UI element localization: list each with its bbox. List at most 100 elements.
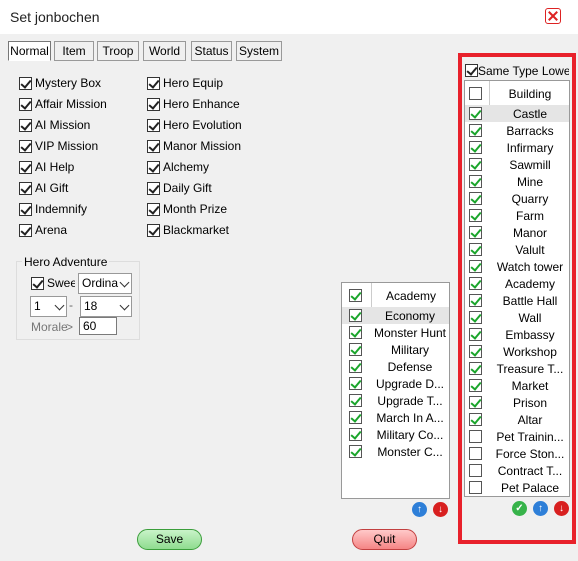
- list-item-checkbox[interactable]: [469, 379, 482, 392]
- list-item-checkbox[interactable]: [469, 294, 482, 307]
- tab-status[interactable]: Status: [191, 41, 232, 61]
- list-item-checkbox[interactable]: [349, 326, 362, 339]
- list-item-checkbox[interactable]: [469, 277, 482, 290]
- close-icon[interactable]: [545, 8, 561, 24]
- morale-input[interactable]: 60: [79, 317, 117, 335]
- option-checkbox[interactable]: [147, 98, 160, 111]
- list-item[interactable]: Workshop: [465, 343, 569, 360]
- list-item-checkbox[interactable]: [469, 430, 482, 443]
- list-item-checkbox[interactable]: [469, 124, 482, 137]
- save-button[interactable]: Save: [137, 529, 202, 550]
- option-checkbox[interactable]: [19, 119, 32, 132]
- list-item[interactable]: Mine: [465, 173, 569, 190]
- list-item-checkbox[interactable]: [469, 209, 482, 222]
- list-item[interactable]: Castle: [465, 105, 569, 122]
- list-item-checkbox[interactable]: [349, 394, 362, 407]
- list-item[interactable]: Prison: [465, 394, 569, 411]
- list-item-checkbox[interactable]: [469, 311, 482, 324]
- arrow-up-icon[interactable]: ↑: [412, 502, 427, 517]
- list-item-checkbox[interactable]: [469, 243, 482, 256]
- option-checkbox[interactable]: [19, 224, 32, 237]
- list-item[interactable]: Monster C...: [342, 443, 449, 460]
- from-select[interactable]: 1: [30, 296, 67, 317]
- list-item-checkbox[interactable]: [469, 447, 482, 460]
- option-checkbox[interactable]: [19, 161, 32, 174]
- list-item[interactable]: March In A...: [342, 409, 449, 426]
- list-item[interactable]: Force Ston...: [465, 445, 569, 462]
- option-checkbox[interactable]: [19, 203, 32, 216]
- list-item[interactable]: Quarry: [465, 190, 569, 207]
- list-item-checkbox[interactable]: [469, 107, 482, 120]
- list-item[interactable]: Watch tower: [465, 258, 569, 275]
- list-item-checkbox[interactable]: [469, 328, 482, 341]
- list-item[interactable]: Pet Palace: [465, 479, 569, 496]
- option-checkbox[interactable]: [19, 98, 32, 111]
- list-item[interactable]: Contract T...: [465, 462, 569, 479]
- tab-system[interactable]: System: [236, 41, 282, 61]
- sweep-checkbox[interactable]: [31, 277, 44, 290]
- list-item[interactable]: Upgrade D...: [342, 375, 449, 392]
- list-item[interactable]: Valult: [465, 241, 569, 258]
- same-type-lowest-checkbox[interactable]: [465, 64, 478, 77]
- list-item-checkbox[interactable]: [469, 192, 482, 205]
- list-item-checkbox[interactable]: [469, 158, 482, 171]
- arrow-down-icon[interactable]: ↓: [554, 501, 569, 516]
- arrow-down-icon[interactable]: ↓: [433, 502, 448, 517]
- list-item[interactable]: Battle Hall: [465, 292, 569, 309]
- list-item-checkbox[interactable]: [469, 345, 482, 358]
- list-item[interactable]: Monster Hunt: [342, 324, 449, 341]
- option-checkbox[interactable]: [147, 161, 160, 174]
- list-item-checkbox[interactable]: [349, 309, 362, 322]
- list-item[interactable]: Barracks: [465, 122, 569, 139]
- list-item[interactable]: Military Co...: [342, 426, 449, 443]
- option-checkbox[interactable]: [147, 119, 160, 132]
- academy-list[interactable]: Academy Economy Monster Hunt Military Defen…: [341, 282, 450, 499]
- list-item-checkbox[interactable]: [349, 411, 362, 424]
- building-list[interactable]: Building Castle Barracks Infirmary Sawmill M…: [464, 80, 570, 497]
- option-checkbox[interactable]: [147, 77, 160, 90]
- arrow-up-icon[interactable]: ↑: [533, 501, 548, 516]
- list-item[interactable]: Wall: [465, 309, 569, 326]
- mode-select[interactable]: Ordina: [78, 273, 132, 294]
- tab-normal[interactable]: Normal: [8, 41, 51, 61]
- building-select-all-checkbox[interactable]: [469, 87, 482, 100]
- list-item-checkbox[interactable]: [469, 141, 482, 154]
- to-select[interactable]: 18: [80, 296, 132, 317]
- list-item[interactable]: Altar: [465, 411, 569, 428]
- list-item-checkbox[interactable]: [349, 445, 362, 458]
- academy-select-all-checkbox[interactable]: [349, 289, 362, 302]
- checkmark-icon[interactable]: ✓: [512, 501, 527, 516]
- list-item[interactable]: Pet Trainin...: [465, 428, 569, 445]
- list-item[interactable]: Military: [342, 341, 449, 358]
- list-item-checkbox[interactable]: [349, 377, 362, 390]
- option-checkbox[interactable]: [19, 77, 32, 90]
- option-checkbox[interactable]: [147, 182, 160, 195]
- list-item-checkbox[interactable]: [349, 360, 362, 373]
- list-item[interactable]: Market: [465, 377, 569, 394]
- list-item-checkbox[interactable]: [469, 481, 482, 494]
- list-item[interactable]: Defense: [342, 358, 449, 375]
- quit-button[interactable]: Quit: [352, 529, 417, 550]
- option-checkbox[interactable]: [147, 140, 160, 153]
- tab-world[interactable]: World: [143, 41, 186, 61]
- list-item-checkbox[interactable]: [469, 175, 482, 188]
- list-item-checkbox[interactable]: [469, 413, 482, 426]
- list-item-checkbox[interactable]: [469, 226, 482, 239]
- list-item[interactable]: Upgrade T...: [342, 392, 449, 409]
- list-item-checkbox[interactable]: [349, 428, 362, 441]
- list-item[interactable]: Embassy: [465, 326, 569, 343]
- list-item-checkbox[interactable]: [469, 464, 482, 477]
- list-item[interactable]: Economy: [342, 307, 449, 324]
- option-checkbox[interactable]: [19, 182, 32, 195]
- tab-troop[interactable]: Troop: [97, 41, 139, 61]
- list-item-checkbox[interactable]: [469, 396, 482, 409]
- list-item[interactable]: Farm: [465, 207, 569, 224]
- list-item[interactable]: Manor: [465, 224, 569, 241]
- list-item[interactable]: Academy: [465, 275, 569, 292]
- list-item-checkbox[interactable]: [469, 362, 482, 375]
- option-checkbox[interactable]: [147, 224, 160, 237]
- list-item[interactable]: Treasure T...: [465, 360, 569, 377]
- option-checkbox[interactable]: [147, 203, 160, 216]
- option-checkbox[interactable]: [19, 140, 32, 153]
- list-item[interactable]: Infirmary: [465, 139, 569, 156]
